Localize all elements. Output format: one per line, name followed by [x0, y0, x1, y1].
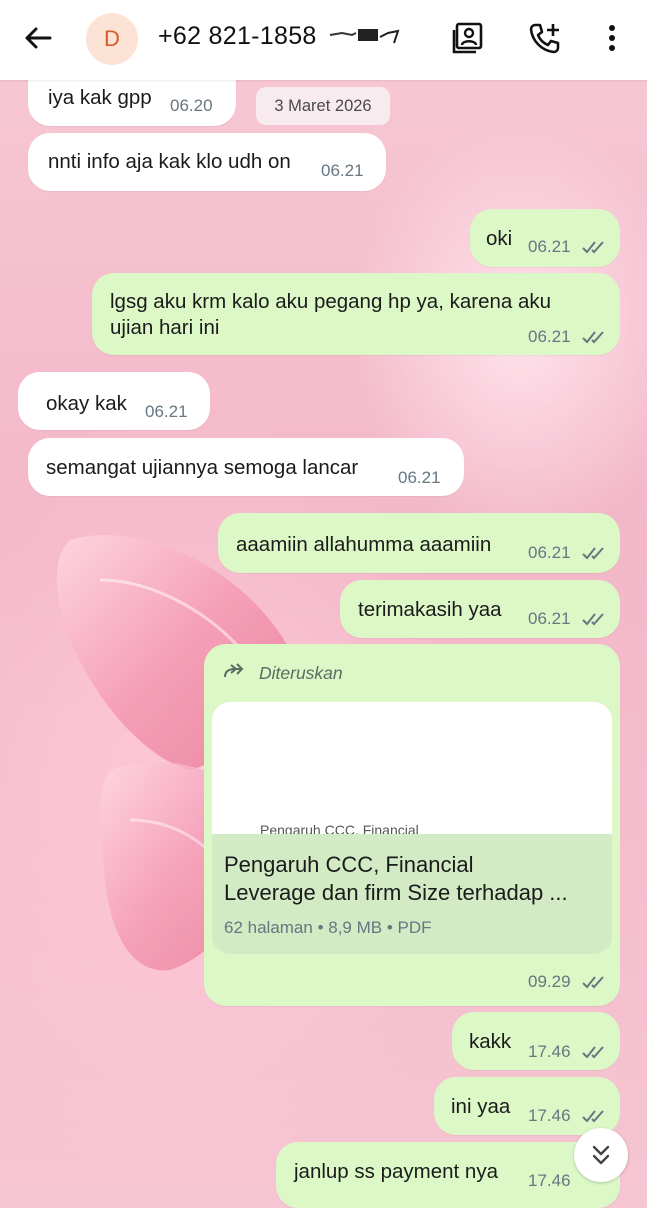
document-title-line: Leverage dan firm Size terhadap ... [224, 880, 568, 905]
message-time: 06.21 [528, 327, 571, 346]
message-bubble-outgoing[interactable]: lgsg aku krm kalo aku pegang hp ya, kare… [92, 273, 620, 355]
forwarded-label: Diteruskan [259, 663, 343, 683]
contact-card-icon[interactable] [450, 20, 486, 56]
chat-header: D +62 821-1858 [0, 0, 647, 80]
back-arrow-icon[interactable] [22, 22, 54, 54]
message-bubble-incoming[interactable]: okay kak 06.21 [18, 372, 210, 430]
add-call-icon[interactable] [527, 20, 563, 56]
document-info: Pengaruh CCC, Financial Leverage dan fir… [212, 834, 612, 954]
message-time: 17.46 [528, 1171, 571, 1190]
message-time: 06.21 [398, 468, 441, 487]
read-ticks-icon [582, 547, 604, 560]
message-bubble-outgoing[interactable]: oki 06.21 [470, 209, 620, 267]
more-vertical-icon[interactable] [594, 20, 630, 56]
message-text-line: lgsg aku krm kalo aku pegang hp ya, kare… [110, 290, 552, 313]
document-title-line: Pengaruh CCC, Financial [224, 852, 474, 877]
document-meta: 62 halaman • 8,9 MB • PDF [224, 918, 432, 937]
document-preview-text: Pengaruh CCC, Financial [260, 822, 419, 834]
forward-icon [224, 663, 244, 678]
message-text: aaamiin allahumma aaamiin [236, 533, 492, 556]
message-bubble-outgoing[interactable]: janlup ss payment nya 17.46 [276, 1142, 620, 1208]
message-text: kakk [469, 1030, 512, 1053]
message-time: 17.46 [528, 1106, 571, 1125]
scroll-down-icon [592, 1145, 610, 1165]
message-text: okay kak [46, 392, 127, 415]
message-time: 06.21 [528, 237, 571, 256]
document-preview: Pengaruh CCC, Financial [212, 702, 612, 834]
message-time: 06.21 [528, 543, 571, 562]
message-bubble-outgoing[interactable]: kakk 17.46 [452, 1012, 620, 1070]
message-text: terimakasih yaa [358, 598, 502, 621]
message-text-line: ujian hari ini [110, 316, 220, 339]
message-bubble-incoming[interactable]: semangat ujiannya semoga lancar 06.21 [28, 438, 464, 496]
read-ticks-icon [582, 976, 604, 989]
date-separator: 3 Maret 2026 [256, 87, 390, 125]
contact-name[interactable]: +62 821-1858 [158, 22, 317, 51]
message-time: 06.21 [528, 609, 571, 628]
message-bubble-incoming[interactable]: nnti info aja kak klo udh on 06.21 [28, 133, 386, 191]
message-time: 17.46 [528, 1042, 571, 1061]
message-bubble-outgoing[interactable]: terimakasih yaa 06.21 [340, 580, 620, 638]
read-ticks-icon [582, 1110, 604, 1123]
read-ticks-icon [582, 1046, 604, 1059]
read-ticks-icon [582, 613, 604, 626]
read-ticks-icon [582, 241, 604, 254]
message-text: ini yaa [451, 1095, 511, 1118]
message-time: 06.20 [170, 96, 213, 115]
message-time: 06.21 [145, 402, 188, 421]
message-bubble-outgoing[interactable]: ini yaa 17.46 [434, 1077, 620, 1135]
message-bubble-forwarded-document[interactable]: Diteruskan Pengaruh CCC, Financial Penga… [204, 644, 620, 1006]
message-text: janlup ss payment nya [294, 1160, 498, 1183]
message-text: iya kak gpp [48, 86, 152, 109]
message-bubble-outgoing[interactable]: aaamiin allahumma aaamiin 06.21 [218, 513, 620, 573]
document-card[interactable]: Pengaruh CCC, Financial Pengaruh CCC, Fi… [212, 702, 612, 954]
scroll-to-bottom-button[interactable] [574, 1128, 628, 1182]
message-text: nnti info aja kak klo udh on [48, 150, 291, 173]
message-time: 06.21 [321, 161, 364, 180]
message-time: 09.29 [528, 972, 571, 991]
avatar[interactable]: D [86, 13, 138, 65]
message-text: oki [486, 227, 513, 250]
message-text: semangat ujiannya semoga lancar [46, 456, 359, 479]
redaction-scribble [329, 29, 400, 44]
read-ticks-icon [582, 331, 604, 344]
